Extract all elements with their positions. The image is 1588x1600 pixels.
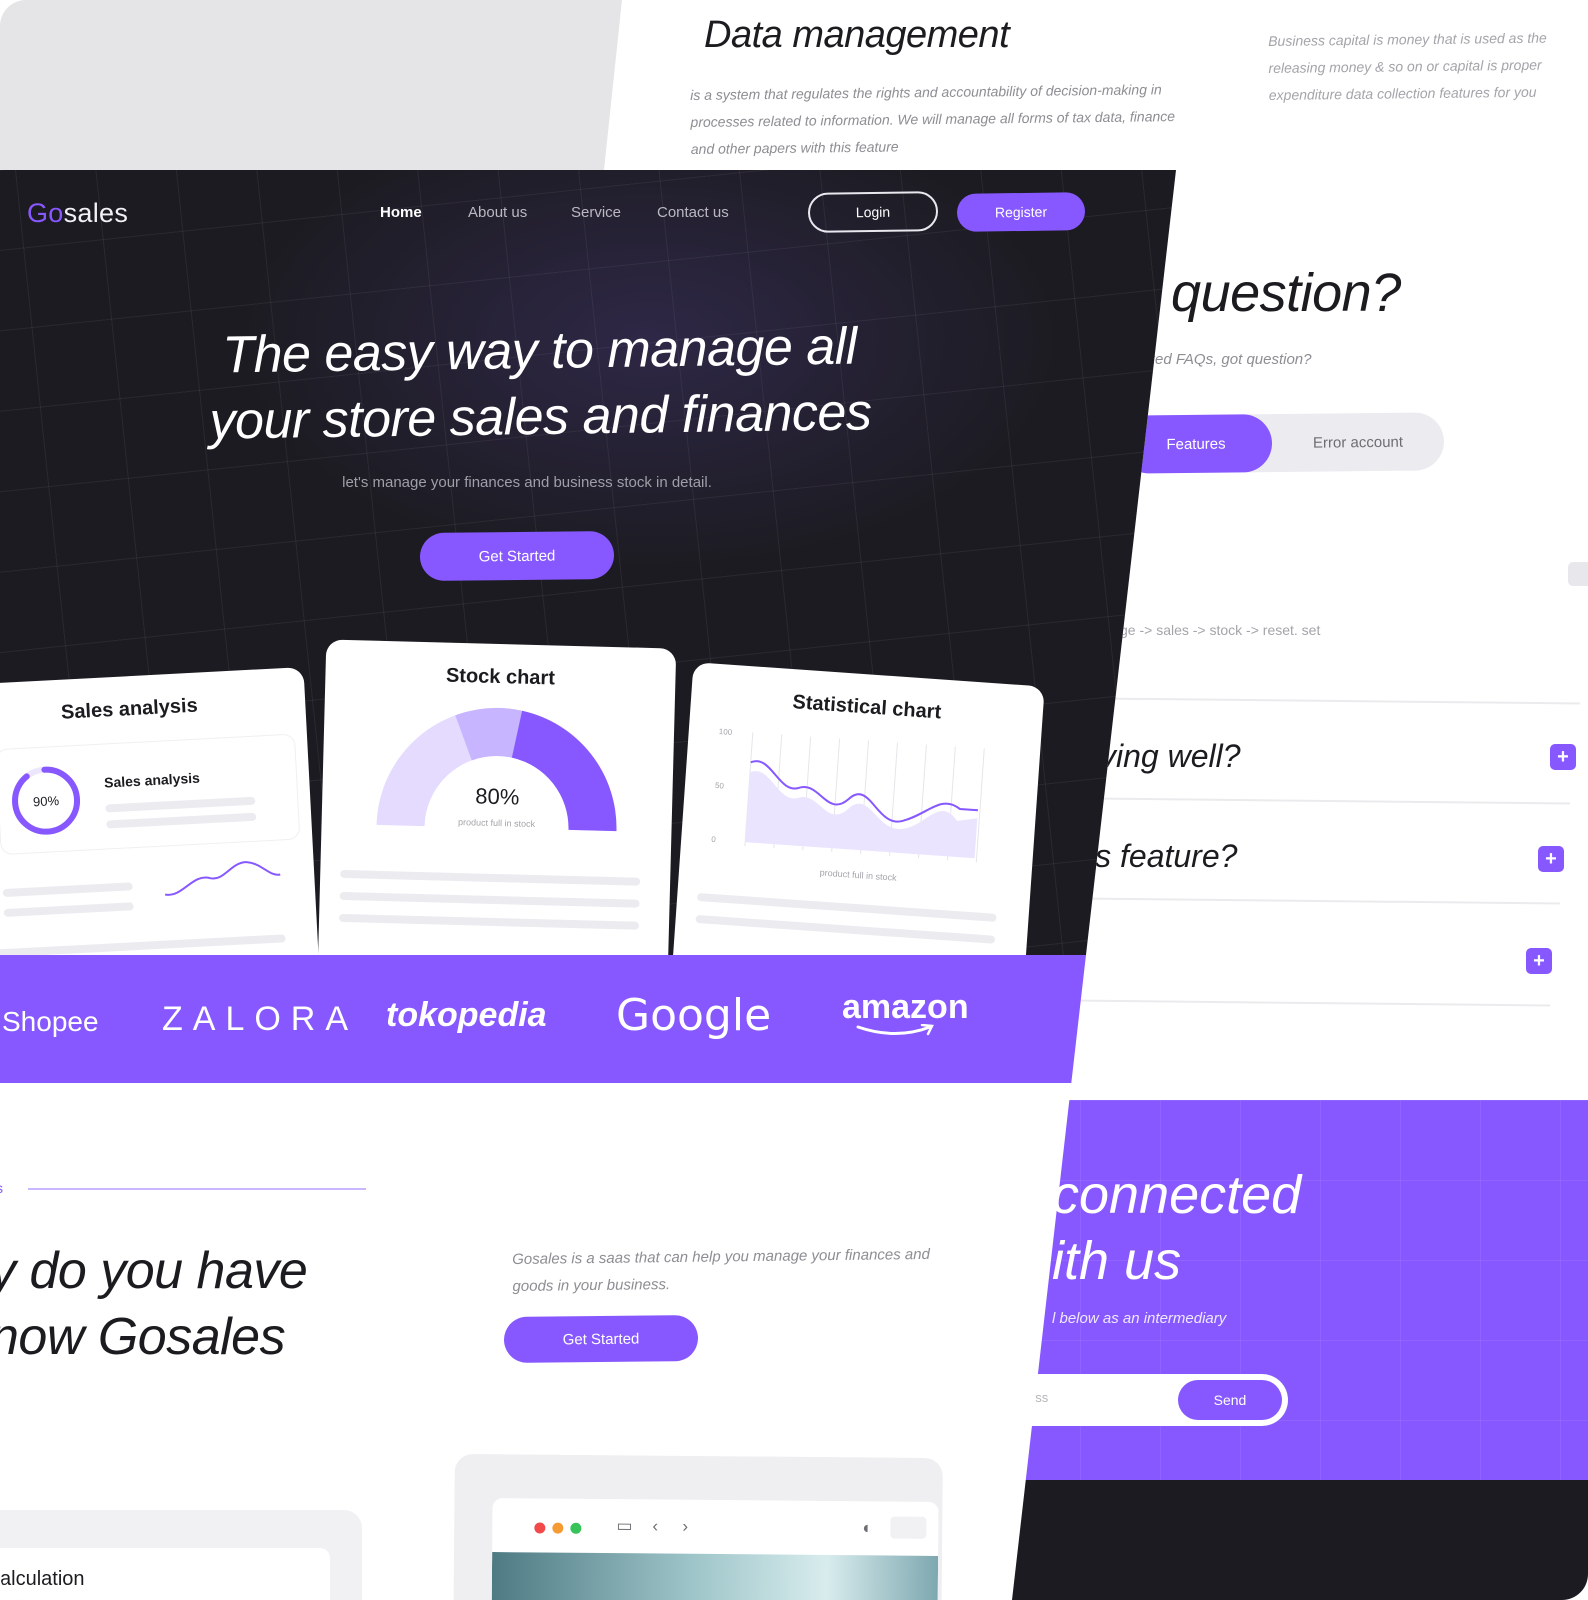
data-management-title: Data management xyxy=(704,14,1010,56)
stock-gauge: 80% product full in stock xyxy=(376,707,617,832)
newsletter-subtitle: l below as an intermediary xyxy=(1052,1310,1227,1327)
nav-home[interactable]: Home xyxy=(380,204,422,221)
close-dot-icon[interactable] xyxy=(534,1522,546,1534)
plus-icon[interactable]: + xyxy=(1526,948,1552,974)
newsletter-title: connected ith us xyxy=(1052,1162,1301,1294)
gauge-caption: product full in stock xyxy=(458,817,536,829)
faq-tabs: Features Error account xyxy=(1119,412,1445,474)
newsletter-form: ess Send xyxy=(1000,1374,1288,1426)
stock-card-title: Stock chart xyxy=(445,664,556,690)
partner-logo-google: Google xyxy=(616,990,772,1041)
hero-title-line1: The easy way to manage all xyxy=(221,317,858,385)
sidebar-toggle-icon[interactable]: ▭ xyxy=(616,1516,632,1536)
y-tick-label: 50 xyxy=(715,781,725,791)
forward-arrow-icon[interactable]: › xyxy=(682,1517,688,1537)
faq-question-2[interactable]: is feature? xyxy=(1088,838,1237,875)
about-text: Gosales is a saas that can help you mana… xyxy=(512,1245,931,1295)
logo-accent: Go xyxy=(27,198,64,228)
logo-rest: sales xyxy=(63,198,129,228)
skeleton-line xyxy=(338,913,640,930)
faq-question-1[interactable]: ving well? xyxy=(1100,738,1241,775)
partner-logo-zalora: ZALORA xyxy=(162,1000,359,1038)
about-divider xyxy=(28,1188,366,1190)
stat-chart: 100 50 0 product full in stock xyxy=(711,727,985,883)
get-started-button[interactable]: Get Started xyxy=(419,530,615,582)
gauge-value-label: 80% xyxy=(475,783,520,809)
footer xyxy=(1000,1480,1588,1600)
gauge-value-arc xyxy=(511,710,617,832)
plus-icon[interactable]: + xyxy=(1550,744,1576,770)
ring-label: 90% xyxy=(33,793,60,809)
register-button[interactable]: Register xyxy=(956,192,1086,232)
stat-caption: product full in stock xyxy=(819,867,897,882)
mockup-stage: Data management is a system that regulat… xyxy=(0,0,1588,1600)
about-title-line1: y do you have xyxy=(0,1242,308,1300)
amazon-smile-icon xyxy=(856,1024,934,1036)
amazon-wordmark: amazon xyxy=(842,988,969,1026)
faq-divider xyxy=(1090,797,1570,805)
login-button[interactable]: Login xyxy=(807,191,939,233)
nav-about-us[interactable]: About us xyxy=(468,204,527,221)
hero-subtitle: let's manage your finances and business … xyxy=(342,474,712,491)
minimize-dot-icon[interactable] xyxy=(552,1522,564,1534)
hero-title: The easy way to manage all your store sa… xyxy=(119,312,961,456)
edge-arrow-button[interactable] xyxy=(1568,562,1588,586)
calculation-label: alculation xyxy=(0,1568,85,1590)
partner-logo-amazon: amazon xyxy=(842,988,969,1036)
privacy-shield-icon[interactable]: ◐ xyxy=(862,1518,872,1538)
partner-logo-tokopedia: tokopedia xyxy=(386,996,547,1034)
about-eyebrow: s xyxy=(0,1180,3,1196)
faq-divider xyxy=(1080,897,1560,905)
send-button[interactable]: Send xyxy=(1178,1380,1282,1420)
y-tick-label: 0 xyxy=(711,835,717,844)
sales-card-title: Sales analysis xyxy=(60,694,199,724)
hero-title-line2: your store sales and finances xyxy=(209,383,872,451)
faq-answer-hint: ge -> sales -> stock -> reset. set xyxy=(1120,622,1321,638)
faq-divider xyxy=(1070,999,1550,1007)
skeleton-line xyxy=(695,914,996,944)
browser-content-photo xyxy=(491,1552,939,1600)
about-title: y do you have now Gosales xyxy=(0,1238,308,1370)
stat-gridline xyxy=(975,748,985,863)
about-title-line2: now Gosales xyxy=(0,1308,286,1366)
skeleton-line xyxy=(340,869,641,886)
sales-inner-title: Sales analysis xyxy=(103,769,201,791)
skeleton-line xyxy=(3,902,134,918)
newsletter-title-line2: ith us xyxy=(1052,1231,1182,1291)
tab-error-account[interactable]: Error account xyxy=(1272,412,1445,472)
logo[interactable]: Gosales xyxy=(27,198,128,229)
skeleton-line xyxy=(105,796,256,813)
business-capital-text: Business capital is money that is used a… xyxy=(1268,29,1547,103)
browser-window: ▭ ‹ › ◐ xyxy=(491,1498,939,1600)
faq-divider xyxy=(1100,697,1580,705)
newsletter-title-line1: connected xyxy=(1052,1165,1302,1225)
data-management-text: is a system that regulates the rights an… xyxy=(690,81,1176,157)
skeleton-line xyxy=(2,882,133,898)
nav-contact-us[interactable]: Contact us xyxy=(657,204,729,221)
stock-chart-card: Stock chart 80% product full in stock xyxy=(317,639,677,979)
back-arrow-icon[interactable]: ‹ xyxy=(652,1516,658,1536)
sales-sparkline xyxy=(164,861,281,896)
maximize-dot-icon[interactable] xyxy=(570,1522,582,1534)
y-tick-label: 100 xyxy=(718,727,732,737)
about-get-started-button[interactable]: Get Started xyxy=(503,1314,699,1364)
progress-ring: 90% xyxy=(12,766,81,835)
skeleton-line xyxy=(339,891,640,908)
stat-area xyxy=(745,771,978,859)
browser-toolbar-pill[interactable] xyxy=(890,1516,927,1539)
partner-logo-shopee: Shopee xyxy=(2,1006,99,1037)
plus-icon[interactable]: + xyxy=(1538,846,1564,872)
skeleton-line xyxy=(106,812,257,829)
nav-service[interactable]: Service xyxy=(571,204,621,221)
sales-inner-panel: 90% Sales analysis xyxy=(0,733,301,856)
